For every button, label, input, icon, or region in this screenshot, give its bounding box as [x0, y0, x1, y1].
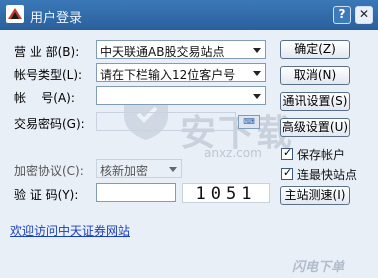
encryption-select-value: 核新加密	[100, 164, 149, 178]
chevron-down-icon	[253, 71, 261, 76]
watermark-subtext: anxz.com	[204, 146, 262, 160]
account-type-label: 帐号类型(L):	[14, 68, 83, 82]
account-combobox[interactable]	[96, 86, 266, 105]
advanced-settings-button[interactable]: 高级设置(U)	[280, 118, 350, 137]
branch-label: 营 业 部(B):	[14, 45, 80, 59]
encryption-select[interactable]: 核新加密	[96, 159, 182, 178]
fastest-site-checkbox[interactable]: ✓	[281, 166, 293, 180]
cancel-button[interactable]: 取消(N)	[280, 66, 350, 85]
save-account-checkbox[interactable]: ✓	[281, 146, 293, 160]
password-label: 交易密码(G):	[14, 117, 85, 131]
save-account-label: 保存帐户	[297, 148, 346, 162]
account-label: 帐 号(A):	[14, 91, 75, 105]
close-button[interactable]: ✕	[355, 6, 373, 24]
encryption-label: 加密协议(C):	[14, 164, 84, 178]
check-icon: ✓	[283, 166, 293, 179]
website-link[interactable]: 欢迎访问中天证券网站	[10, 222, 130, 239]
help-button[interactable]: ?	[333, 6, 351, 24]
captcha-label: 验 证 码(Y):	[14, 188, 79, 202]
chevron-down-icon	[253, 48, 261, 53]
comm-settings-button[interactable]: 通讯设置(S)	[280, 92, 350, 111]
login-window: 用户登录 ? ✕ 安下载 anxz.com 营 业 部(B): 中天联通AB股交…	[0, 0, 378, 278]
keyboard-icon[interactable]: ⌨	[238, 115, 260, 129]
corner-watermark: 闪电下单	[292, 260, 345, 275]
app-logo-icon	[6, 5, 24, 23]
account-type-select[interactable]: 请在下栏输入12位客户号	[96, 63, 266, 82]
account-type-select-value: 请在下栏输入12位客户号	[100, 68, 236, 82]
branch-select[interactable]: 中天联通AB股交易站点	[96, 40, 266, 59]
ok-button[interactable]: 确定(Z)	[280, 40, 350, 59]
fastest-site-label: 连最快站点	[297, 168, 358, 182]
captcha-code[interactable]: 1051	[182, 183, 270, 204]
captcha-input[interactable]	[96, 183, 176, 202]
title-bar[interactable]: 用户登录 ? ✕	[0, 0, 378, 30]
window-title: 用户登录	[30, 11, 83, 26]
chevron-down-icon	[253, 94, 261, 99]
branch-select-value: 中天联通AB股交易站点	[100, 45, 225, 59]
chevron-down-icon	[169, 167, 177, 172]
check-icon: ✓	[283, 146, 293, 159]
test-speed-button[interactable]: 主站测速(I)	[280, 186, 350, 205]
password-input[interactable]	[96, 112, 236, 131]
